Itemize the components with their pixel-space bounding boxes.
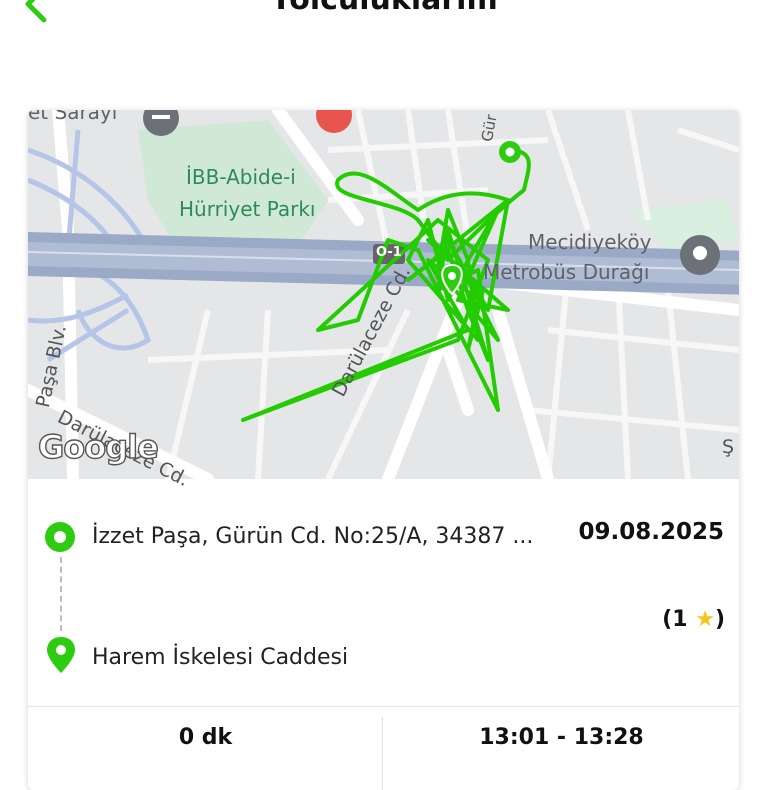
google-attribution: Google [37,427,159,466]
map-label-metro-1: Mecidiyeköy [528,230,652,254]
trip-time-range: 13:01 - 13:28 [479,725,644,750]
route-connector [60,557,62,631]
destination-pin-icon [47,637,75,673]
trip-stats: 0 dk 13:01 - 13:28 [28,706,739,790]
origin-address: İzzet Paşa, Gürün Cd. No:25/A, 34387 ... [92,524,534,549]
header: Yolculuklarım [0,0,768,60]
trip-date: 09.08.2025 [578,519,724,545]
rating-open: (1 [662,607,696,632]
star-icon: ★ [695,607,715,632]
trip-map[interactable]: et Sarayı İBB-Abide-i Hürriyet Parkı Mec… [28,110,739,491]
map-label-park-2: Hürriyet Parkı [179,197,316,221]
map-label-edge: Ş [722,436,735,458]
map-label-palace: et Sarayı [28,110,118,124]
map-label-highway: O-1 [376,245,402,260]
trip-details: İzzet Paşa, Gürün Cd. No:25/A, 34387 ...… [28,479,739,704]
destination-address: Harem İskelesi Caddesi [92,645,349,670]
map-label-park-1: İBB-Abide-i [186,165,296,189]
page-title: Yolculuklarım [0,0,768,17]
map-label-metro-2: Metrobüs Durağı [483,260,650,284]
origin-marker-icon [45,522,75,552]
trip-card[interactable]: et Sarayı İBB-Abide-i Hürriyet Parkı Mec… [28,110,739,790]
rating-close: ) [714,607,725,632]
trip-rating: (1 ★) [662,607,725,632]
stats-divider [382,717,383,790]
trip-duration: 0 dk [178,725,233,750]
